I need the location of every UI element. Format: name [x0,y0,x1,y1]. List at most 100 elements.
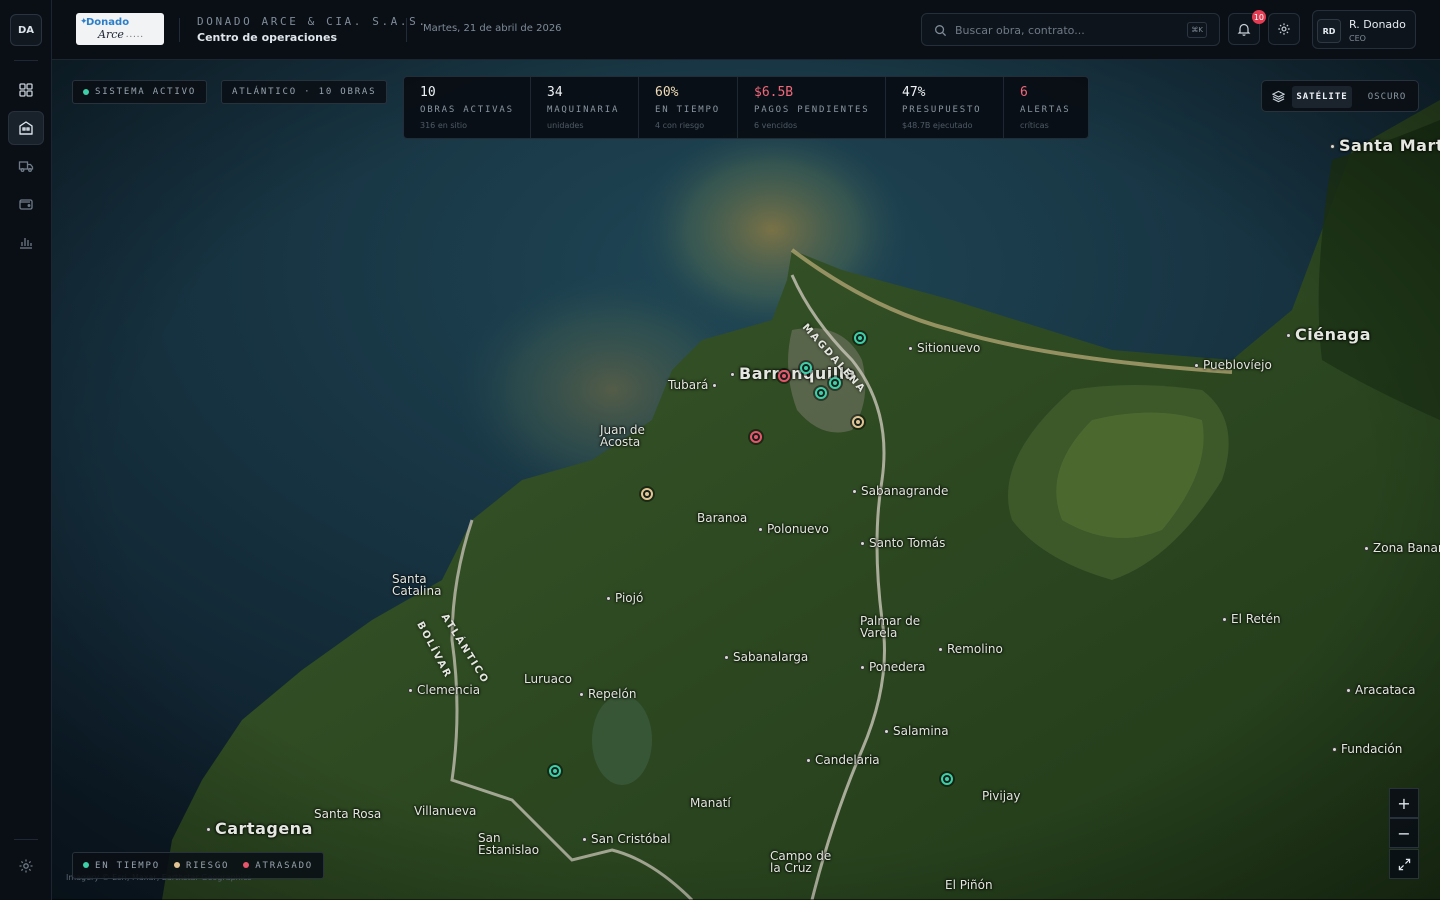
town-label: Palmar de Varela [860,614,921,640]
city-label: Cartagena [206,821,313,837]
status-dot [83,89,89,95]
bar-chart-icon [20,238,32,249]
kpi-subtext: $48.7B ejecutado [902,121,973,130]
town-label: Sabanagrande [852,485,948,497]
kpi-value: 60% [655,85,679,100]
city-label: Santa Marta [1330,138,1440,154]
town-label: Juan de Acosta [600,423,645,449]
user-role: CEO [1349,34,1366,43]
town-label: El Retén [1222,613,1281,625]
grid-icon [19,83,33,97]
sidebar-item-maquinaria[interactable] [8,149,44,183]
gear-icon [19,859,33,873]
kpi-label: OBRAS ACTIVAS [420,105,514,115]
town-label: Manatí [690,796,731,810]
town-label: San Estanislao [478,831,540,857]
town-label: Pivijay [982,789,1021,803]
site-marker[interactable] [800,362,812,374]
site-marker[interactable] [549,765,561,777]
wallet-icon [19,199,33,210]
region-text: ATLÁNTICO · 10 OBRAS [232,87,377,97]
current-date: Martes, 21 de abril de 2026 [423,23,562,34]
kpi-alertas[interactable]: 6 ALERTAS críticas [1004,77,1088,138]
kpi-value: $6.5B [754,85,794,100]
kpi-bar: 10 OBRAS ACTIVAS 316 en sitio 34 MAQUINA… [403,76,1089,139]
legend-en-tiempo: EN TIEMPO [83,861,160,871]
site-marker[interactable] [854,332,866,344]
town-label: Zona Bananera [1364,542,1440,554]
kpi-pagos-pendientes[interactable]: $6.5B PAGOS PENDIENTES 6 vencidos [738,77,886,138]
site-marker[interactable] [829,377,841,389]
top-bar: ✦ Donado Arce • • • • • DONADO ARCE & CI… [52,0,1440,60]
truck-icon [18,161,34,172]
town-label: Fundación [1332,743,1402,755]
sidebar-item-obras[interactable] [8,111,44,145]
search-input[interactable]: Buscar obra, contrato... ⌘K [921,13,1220,46]
town-label: Clemencia [408,684,480,696]
town-label: Ponedera [860,661,925,673]
fullscreen-button[interactable] [1389,849,1419,879]
town-label: Baranoa [697,511,748,525]
kpi-en-tiempo[interactable]: 60% EN TIEMPO 4 con riesgo [639,77,738,138]
town-label: Villanueva [414,804,477,818]
town-label: Polonuevo [758,523,829,535]
city-label: Ciénaga [1286,327,1371,343]
zoom-out-button[interactable]: − [1389,818,1419,848]
sidebar: DA [0,0,52,900]
kpi-obras-activas[interactable]: 10 OBRAS ACTIVAS 316 en sitio [404,77,531,138]
sidebar-item-reportes[interactable] [8,225,44,259]
layers-icon [1272,90,1285,103]
town-label: Luruaco [524,672,572,686]
town-label: Aracataca [1346,684,1415,696]
kpi-subtext: 6 vencidos [754,121,798,130]
sidebar-item-dashboard[interactable] [8,73,44,107]
kpi-subtext: 316 en sitio [420,121,467,130]
avatar: RD [1317,19,1341,43]
logo-tagline: • • • • • [126,34,143,39]
site-marker[interactable] [941,773,953,785]
site-marker[interactable] [641,488,653,500]
kpi-subtext: críticas [1020,121,1049,130]
notifications-button[interactable]: 10 [1228,10,1266,45]
kpi-label: ALERTAS [1020,105,1071,115]
app-badge[interactable]: DA [10,14,42,46]
sidebar-settings-button[interactable] [8,849,44,883]
region-pill: ATLÁNTICO · 10 OBRAS [221,80,388,104]
divider [179,18,180,42]
kpi-maquinaria[interactable]: 34 MAQUINARIA unidades [531,77,639,138]
settings-button[interactable] [1268,13,1300,45]
kpi-subtext: unidades [547,121,584,130]
search-placeholder: Buscar obra, contrato... [955,24,1085,37]
kpi-presupuesto[interactable]: 47% PRESUPUESTO $48.7B ejecutado [886,77,1004,138]
town-label: Santa Rosa [314,807,382,821]
company-logo[interactable]: ✦ Donado Arce • • • • • [76,13,164,45]
site-marker[interactable] [852,416,864,428]
town-label: Salamina [884,725,949,737]
bell-icon [1237,23,1251,36]
town-label: San Cristóbal [582,833,671,845]
notification-count-badge: 10 [1251,10,1266,24]
zoom-in-button[interactable]: + [1389,788,1419,818]
town-label: Pueblovíejo [1194,359,1272,371]
map-style-satellite[interactable]: SATÉLITE [1292,86,1352,108]
town-label: Candelaria [806,754,880,766]
search-icon [935,25,947,37]
gear-icon [1278,23,1290,35]
legend-atrasado: ATRASADO [243,861,313,871]
site-marker[interactable] [815,387,827,399]
map-style-dark[interactable]: OSCURO [1360,86,1414,108]
site-marker[interactable] [750,431,762,443]
user-menu[interactable]: RD R. Donado CEO [1312,10,1416,49]
system-status-pill: SISTEMA ACTIVO [72,80,208,104]
kpi-value: 34 [547,85,563,100]
site-marker[interactable] [778,370,790,382]
minus-icon: − [1397,823,1411,843]
sidebar-item-pagos[interactable] [8,187,44,221]
divider [14,60,38,61]
plus-icon: + [1397,793,1411,813]
town-label: Santo Tomás [860,537,945,549]
satellite-map[interactable]: Santa Marta Barranquilla Ciénaga Cartage… [52,60,1440,900]
kpi-value: 47% [902,85,926,100]
system-status-text: SISTEMA ACTIVO [95,87,197,97]
status-legend: EN TIEMPO RIESGO ATRASADO [72,852,325,879]
